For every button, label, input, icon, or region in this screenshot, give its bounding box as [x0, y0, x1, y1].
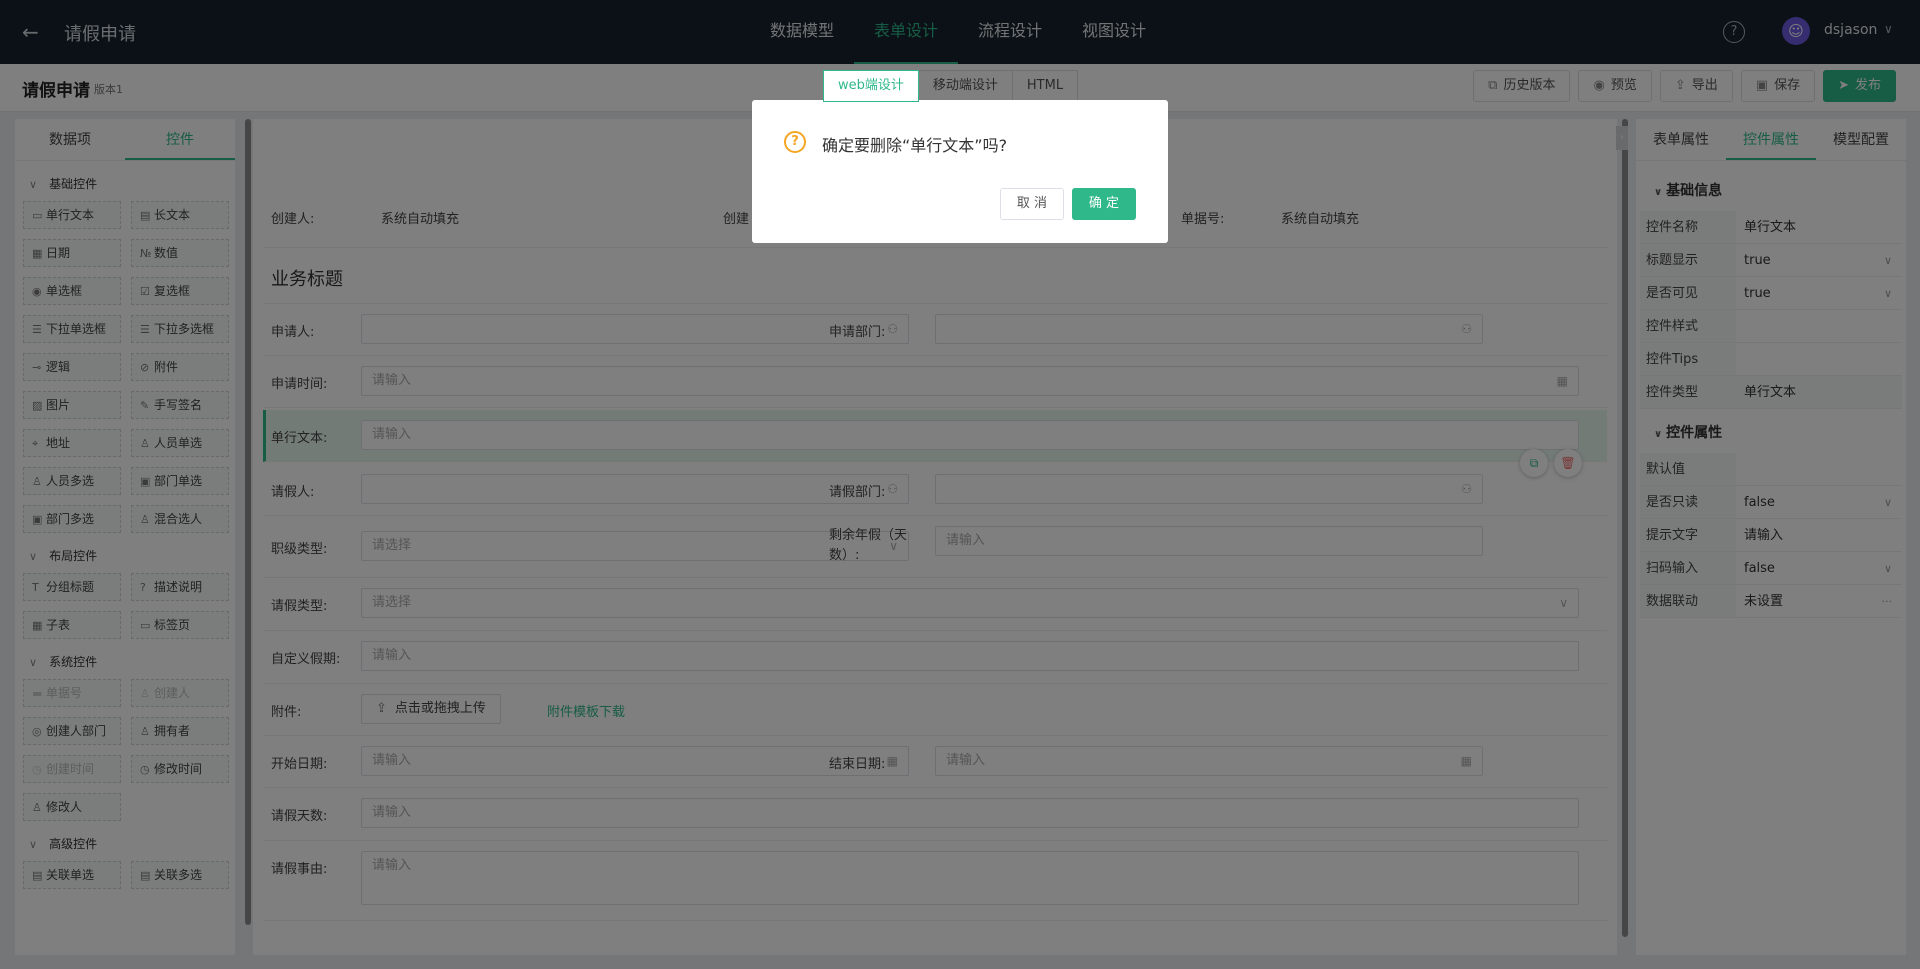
confirm-dialog: ? 确定要删除“单行文本”吗? 取 消 确 定: [752, 100, 1168, 243]
tab-web-design[interactable]: web端设计: [823, 70, 919, 102]
cancel-button[interactable]: 取 消: [1000, 188, 1064, 220]
confirm-button[interactable]: 确 定: [1072, 188, 1136, 220]
question-icon: ?: [784, 131, 806, 153]
dialog-message: 确定要删除“单行文本”吗?: [822, 136, 1008, 155]
